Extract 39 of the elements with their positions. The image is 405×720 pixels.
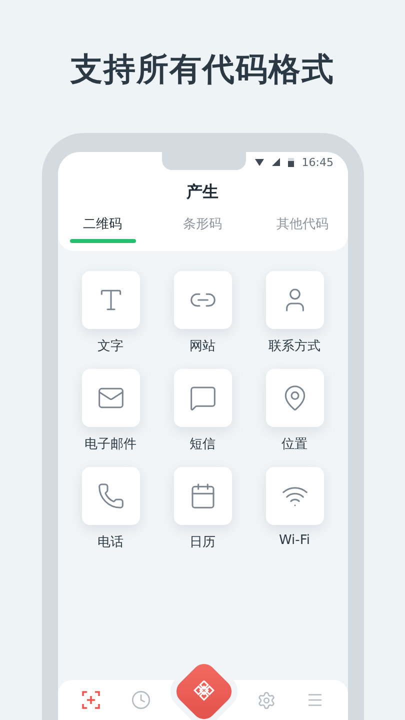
calendar-icon bbox=[188, 482, 216, 510]
phone-icon bbox=[96, 482, 124, 510]
wifi-signal-icon bbox=[254, 158, 264, 166]
code-type-label: Wi-Fi bbox=[278, 533, 310, 548]
headline: 支持所有代码格式 bbox=[70, 49, 334, 90]
code-type-label: 电话 bbox=[98, 534, 124, 551]
screen-title: 产生 bbox=[186, 182, 220, 203]
status-time: 16:45 bbox=[302, 156, 334, 168]
tab[interactable]: 其他代码 bbox=[270, 211, 336, 243]
cell-signal-icon bbox=[272, 158, 280, 166]
code-type-label: 网站 bbox=[190, 338, 216, 355]
code-type-button[interactable] bbox=[174, 467, 232, 525]
code-type-button[interactable] bbox=[82, 271, 140, 329]
pattern-icon bbox=[192, 680, 215, 703]
settings-tab[interactable] bbox=[257, 690, 276, 710]
history-tab[interactable] bbox=[130, 690, 151, 710]
code-type-button[interactable] bbox=[266, 271, 324, 329]
code-type-label: 位置 bbox=[282, 436, 308, 453]
code-type-label: 联系方式 bbox=[268, 338, 320, 355]
code-type-button[interactable] bbox=[266, 369, 324, 427]
battery-icon bbox=[288, 158, 294, 166]
code-type-button[interactable] bbox=[82, 467, 140, 525]
scan-tab[interactable] bbox=[80, 690, 101, 710]
menu-tab[interactable] bbox=[306, 691, 324, 709]
code-type-button[interactable] bbox=[266, 467, 324, 525]
chat-bubble-icon bbox=[188, 384, 216, 412]
code-type-button[interactable] bbox=[82, 369, 140, 427]
menu-icon bbox=[306, 691, 324, 709]
settings-icon bbox=[257, 690, 276, 710]
tab[interactable]: 条形码 bbox=[170, 211, 236, 243]
code-type-label: 短信 bbox=[190, 436, 216, 453]
tab[interactable]: 二维码 bbox=[70, 211, 136, 243]
code-type-label: 电子邮件 bbox=[84, 436, 136, 453]
code-type-button[interactable] bbox=[174, 271, 232, 329]
clock-icon bbox=[130, 690, 151, 710]
code-type-button[interactable] bbox=[174, 369, 232, 427]
code-type-label: 文字 bbox=[98, 338, 124, 355]
scan-plus-icon bbox=[80, 690, 101, 710]
code-type-label: 日历 bbox=[190, 534, 216, 551]
